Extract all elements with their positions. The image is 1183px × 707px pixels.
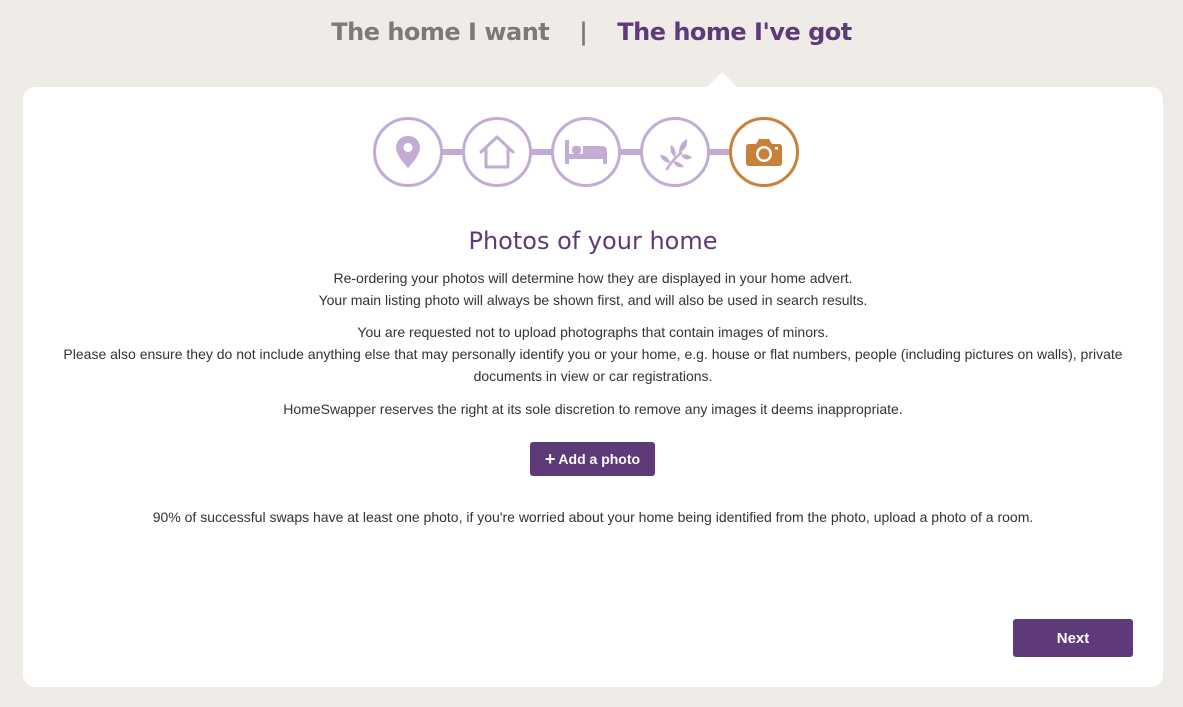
house-icon — [479, 135, 515, 169]
step-bedrooms[interactable] — [551, 117, 621, 187]
intro-line-2: Your main listing photo will always be s… — [318, 292, 868, 308]
camera-icon — [746, 139, 782, 166]
plus-icon: + — [544, 449, 556, 469]
tab-separator: | — [579, 18, 588, 46]
page-title: Photos of your home — [468, 227, 718, 255]
active-tab-pointer — [706, 72, 738, 88]
intro-text: Re-ordering your photos will determine h… — [43, 267, 1143, 311]
minors-notice: You are requested not to upload photogra… — [43, 321, 1143, 387]
next-button[interactable]: Next — [1013, 619, 1133, 657]
step-photos[interactable] — [729, 117, 799, 187]
step-location[interactable] — [373, 117, 443, 187]
progress-steps — [23, 117, 1163, 187]
add-photo-label: Add a photo — [558, 451, 641, 467]
bed-icon — [565, 140, 607, 164]
privacy-line: Please also ensure they do not include a… — [63, 346, 1123, 384]
leaf-icon — [660, 139, 692, 171]
intro-line-1: Re-ordering your photos will determine h… — [333, 270, 853, 286]
minors-line: You are requested not to upload photogra… — [357, 324, 829, 340]
location-pin-icon — [396, 136, 420, 168]
tab-home-i-want[interactable]: The home I want — [331, 18, 550, 46]
add-photo-button[interactable]: + Add a photo — [530, 442, 655, 476]
rights-notice: HomeSwapper reserves the right at its so… — [283, 401, 903, 417]
step-features[interactable] — [640, 117, 710, 187]
tab-bar: The home I want | The home I've got — [0, 18, 1183, 46]
step-home[interactable] — [462, 117, 532, 187]
photos-card: Photos of your home Re-ordering your pho… — [23, 87, 1163, 687]
tab-home-ive-got[interactable]: The home I've got — [617, 18, 852, 46]
stats-text: 90% of successful swaps have at least on… — [152, 509, 1034, 525]
